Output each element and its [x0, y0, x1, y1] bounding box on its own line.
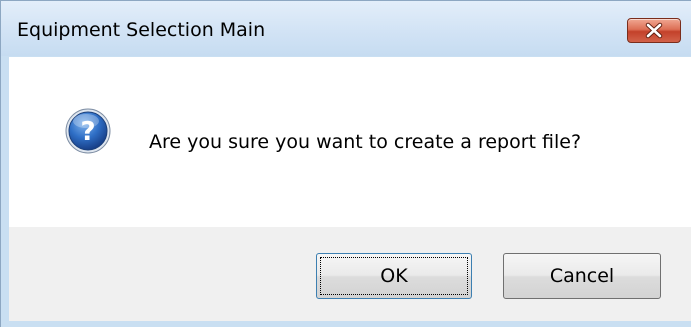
cancel-button[interactable]: Cancel [503, 253, 661, 299]
ok-button[interactable]: OK [316, 253, 472, 299]
dialog-body: ? Are you sure you want to create a repo… [9, 57, 691, 321]
cancel-button-label: Cancel [549, 265, 615, 287]
question-icon: ? [65, 108, 111, 154]
message-text: Are you sure you want to create a report… [149, 131, 582, 153]
svg-text:?: ? [80, 117, 95, 147]
dialog-window: Equipment Selection Main ? Are you sure … [0, 0, 691, 327]
window-title: Equipment Selection Main [17, 19, 266, 41]
close-button[interactable] [627, 18, 681, 43]
close-icon [645, 22, 663, 39]
message-area: ? Are you sure you want to create a repo… [9, 57, 691, 227]
title-bar[interactable]: Equipment Selection Main [1, 1, 691, 56]
focus-ring [320, 257, 468, 295]
